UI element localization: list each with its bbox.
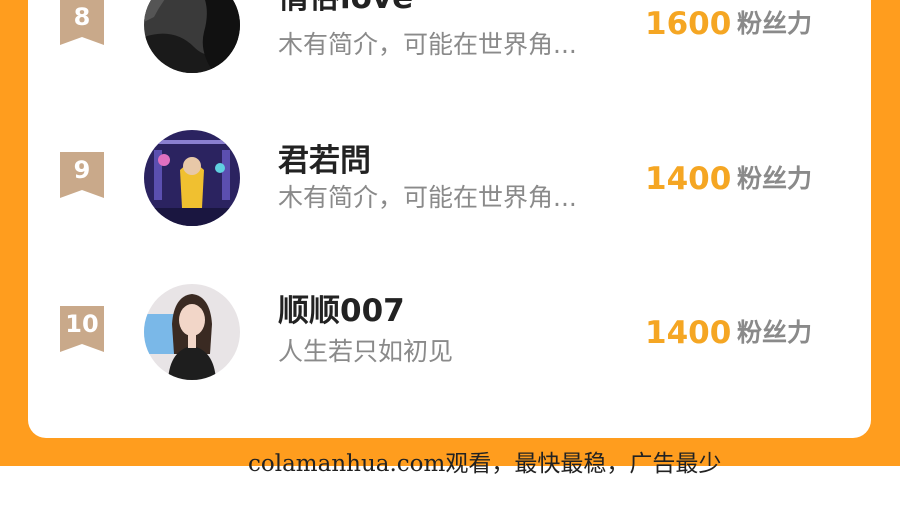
user-bio: 木有简介，可能在世界角...: [278, 30, 577, 59]
selfie-avatar[interactable]: [144, 284, 240, 380]
rank-number: 8: [73, 3, 91, 31]
rank-badge: 10: [60, 306, 104, 352]
username: 君若問: [278, 143, 371, 179]
ranking-row[interactable]: 9 君若問 木有简介，可能在世界角... 1400 粉丝力: [0, 128, 900, 228]
fan-power-score: 1600: [645, 6, 732, 42]
rank-number: 10: [65, 310, 99, 338]
username: 顺顺007: [278, 293, 405, 329]
ranking-row[interactable]: 8 情俗love 木有简介，可能在世界角... 1600 粉丝力: [0, 0, 900, 75]
fan-power-score: 1400: [645, 161, 732, 197]
rank-number: 9: [73, 156, 91, 184]
stage-performer-avatar[interactable]: [144, 130, 240, 226]
site-watermark: colamanhua.com观看，最快最稳，广告最少: [248, 451, 722, 477]
fan-power-label: 粉丝力: [737, 318, 813, 347]
rank-badge: 8: [60, 0, 104, 45]
fan-power-label: 粉丝力: [737, 9, 813, 38]
user-bio: 木有简介，可能在世界角...: [278, 183, 577, 212]
fan-power-score: 1400: [645, 315, 732, 351]
dark-portrait-avatar[interactable]: [144, 0, 240, 73]
ranking-row[interactable]: 10 顺顺007 人生若只如初见 1400 粉丝力: [0, 282, 900, 382]
user-bio: 人生若只如初见: [278, 337, 454, 366]
fan-power-label: 粉丝力: [737, 164, 813, 193]
rank-badge: 9: [60, 152, 104, 198]
username: 情俗love: [278, 0, 413, 17]
